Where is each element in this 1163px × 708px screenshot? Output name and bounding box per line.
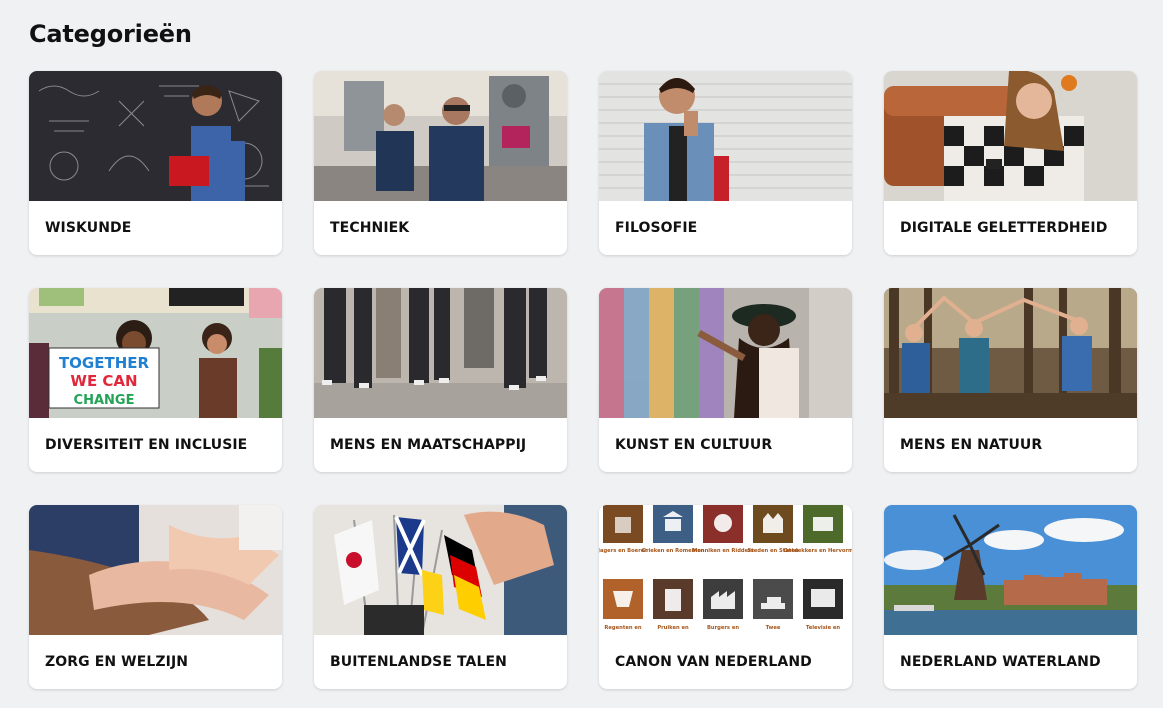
category-label: MENS EN NATUUR xyxy=(900,437,1043,453)
page-title: Categorieën xyxy=(29,20,192,48)
category-image xyxy=(884,71,1137,201)
category-label: WISKUNDE xyxy=(45,220,132,236)
category-card-nederland-waterland[interactable]: NEDERLAND WATERLAND xyxy=(884,505,1137,689)
canon-caption: Twee xyxy=(766,625,781,631)
category-label: MENS EN MAATSCHAPPIJ xyxy=(330,437,527,453)
category-card-techniek[interactable]: TECHNIEK xyxy=(314,71,567,255)
canon-caption: Monniken en Ridders xyxy=(692,548,754,554)
category-label: DIVERSITEIT EN INCLUSIE xyxy=(45,437,248,453)
sign-text-line: WE CAN xyxy=(70,372,137,390)
canon-caption: Ontdekkers en Hervormers xyxy=(783,548,852,554)
category-image xyxy=(599,288,852,418)
category-card-digitale-geletterdheid[interactable]: DIGITALE GELETTERDHEID xyxy=(884,71,1137,255)
category-label: KUNST EN CULTUUR xyxy=(615,437,773,453)
category-card-buitenlandse-talen[interactable]: BUITENLANDSE TALEN xyxy=(314,505,567,689)
category-card-mens-en-maatschappij[interactable]: MENS EN MAATSCHAPPIJ xyxy=(314,288,567,472)
category-image xyxy=(599,71,852,201)
category-label: BUITENLANDSE TALEN xyxy=(330,654,507,670)
category-label: CANON VAN NEDERLAND xyxy=(615,654,812,670)
category-image xyxy=(29,505,282,635)
category-card-filosofie[interactable]: FILOSOFIE xyxy=(599,71,852,255)
category-card-wiskunde[interactable]: WISKUNDE xyxy=(29,71,282,255)
category-image xyxy=(884,288,1137,418)
category-label: FILOSOFIE xyxy=(615,220,698,236)
category-image xyxy=(884,505,1137,635)
category-image xyxy=(29,71,282,201)
canon-caption: Televisie en xyxy=(806,625,841,631)
category-image xyxy=(314,505,567,635)
category-card-kunst-en-cultuur[interactable]: KUNST EN CULTUUR xyxy=(599,288,852,472)
sign-text-line: CHANGE xyxy=(74,393,135,408)
category-image: TOGETHER WE CAN CHANGE xyxy=(29,288,282,418)
category-card-diversiteit-en-inclusie[interactable]: TOGETHER WE CAN CHANGE DIVERSITEIT EN IN… xyxy=(29,288,282,472)
category-card-mens-en-natuur[interactable]: MENS EN NATUUR xyxy=(884,288,1137,472)
category-card-canon-van-nederland[interactable]: Jagers en Boeren Grieken en Romeinen Mon… xyxy=(599,505,852,689)
category-card-zorg-en-welzijn[interactable]: ZORG EN WELZIJN xyxy=(29,505,282,689)
category-label: ZORG EN WELZIJN xyxy=(45,654,189,670)
canon-caption: Pruiken en xyxy=(657,625,689,631)
canon-caption: Burgers en xyxy=(707,625,739,631)
sign-text-line: TOGETHER xyxy=(59,354,150,372)
category-label: TECHNIEK xyxy=(330,220,410,236)
category-label: DIGITALE GELETTERDHEID xyxy=(900,220,1108,236)
category-image xyxy=(314,288,567,418)
category-image xyxy=(314,71,567,201)
canon-caption: Regenten en xyxy=(604,625,641,631)
category-image: Jagers en Boeren Grieken en Romeinen Mon… xyxy=(599,505,852,635)
categories-grid: WISKUNDE TECHNIEK FILOSOFIE DIGITALE GEL… xyxy=(29,71,1137,689)
category-label: NEDERLAND WATERLAND xyxy=(900,654,1101,670)
categories-page: Categorieën WISKUNDE TECHNIEK FILOSOFIE … xyxy=(0,0,1163,708)
